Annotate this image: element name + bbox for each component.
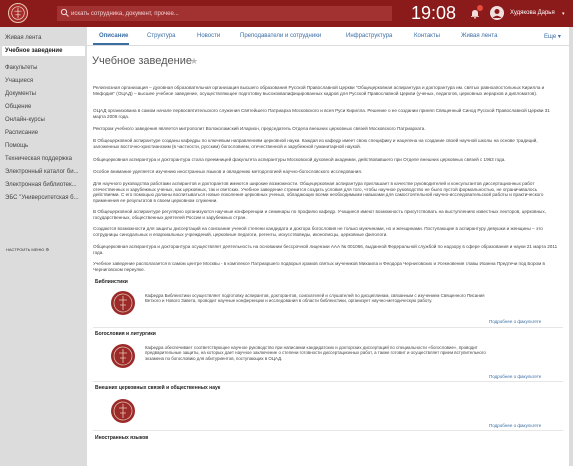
search-input[interactable]	[57, 6, 392, 21]
tab-feed[interactable]: Живая лента	[461, 33, 497, 39]
tab-staff[interactable]: Преподаватели и сотрудники	[240, 33, 321, 39]
tab-contacts[interactable]: Контакты	[414, 33, 440, 39]
paragraph: Для научного руководства работами аспира…	[93, 181, 544, 203]
sidebar-item-tech-support[interactable]: Техническая поддержка	[5, 156, 72, 162]
faculty-details-link[interactable]: Подробнее о факультете	[489, 319, 541, 324]
sidebar: Живая лента Учебное заведение Факультеты…	[0, 27, 87, 466]
section-divider	[93, 327, 563, 328]
faculty-details-link[interactable]: Подробнее о факультете	[489, 423, 541, 428]
tab-structure[interactable]: Структура	[147, 33, 175, 39]
section-description: Кафедра обеспечивает соответствующее нау…	[145, 345, 486, 361]
tab-news[interactable]: Новости	[197, 33, 220, 39]
sidebar-item-faculties[interactable]: Факультеты	[5, 65, 38, 71]
sidebar-item-help[interactable]: Помощь	[5, 143, 28, 149]
paragraph: Общецерковная аспирантура и докторантура…	[93, 157, 506, 162]
main-panel: Описание Структура Новости Преподаватели…	[87, 27, 569, 466]
configure-menu-button[interactable]: НАСТРОИТЬ МЕНЮ ⚙	[6, 247, 49, 252]
section-divider	[93, 381, 563, 382]
sidebar-item-feed[interactable]: Живая лента	[5, 35, 41, 41]
star-icon[interactable]: ★	[190, 56, 198, 67]
search-box[interactable]	[57, 6, 392, 21]
sidebar-item-e-library[interactable]: Электронная библиотек...	[5, 182, 77, 188]
active-tab-indicator	[93, 43, 129, 45]
department-seal-icon	[111, 399, 135, 423]
top-bar: 19:08 Худякова Дарья ▾	[0, 0, 573, 27]
paragraph: Учебное заведение располагается в самом …	[93, 261, 545, 272]
sidebar-item-schedule[interactable]: Расписание	[5, 130, 38, 136]
faculty-details-link[interactable]: Подробнее о факультете	[489, 374, 541, 379]
sidebar-item-institution[interactable]: Учебное заведение	[2, 46, 85, 56]
user-icon	[492, 9, 502, 18]
tab-bar: Описание Структура Новости Преподаватели…	[87, 27, 569, 46]
logo-emblem-icon	[11, 6, 25, 20]
notification-badge	[477, 5, 483, 11]
sidebar-item-library-catalog[interactable]: Электронный каталог би...	[5, 169, 79, 175]
sidebar-item-online-courses[interactable]: Онлайн-курсы	[5, 117, 45, 123]
sidebar-item-documents[interactable]: Документы	[5, 91, 36, 97]
username[interactable]: Худякова Дарья	[510, 10, 555, 16]
section-title-bible: Библиистики	[95, 279, 128, 285]
page-title: Учебное заведение	[92, 55, 193, 67]
paragraph: Особое внимание уделяется изучению иност…	[93, 169, 363, 174]
department-seal-icon	[111, 291, 135, 315]
sidebar-item-ebs[interactable]: ЭБС "Университетская б...	[5, 195, 79, 201]
paragraph: Создаются возможности для защиты диссерт…	[93, 226, 543, 237]
paragraph: В Общецерковной аспирантуре регулярно ор…	[93, 209, 546, 220]
section-divider	[93, 430, 563, 431]
department-seal-icon	[111, 344, 135, 368]
avatar[interactable]	[490, 6, 504, 20]
paragraph: Ректором учебного заведения является мит…	[93, 126, 426, 131]
sidebar-item-communication[interactable]: Общение	[5, 104, 31, 110]
paragraph: В Общецерковной аспирантуре созданы кафе…	[93, 138, 538, 149]
section-title-languages: Иностранных языков	[95, 435, 149, 441]
chevron-down-icon[interactable]: ▾	[562, 11, 565, 17]
institution-logo[interactable]	[8, 3, 28, 23]
tab-infrastructure[interactable]: Инфраструктура	[346, 33, 392, 39]
tab-description[interactable]: Описание	[99, 33, 128, 39]
search-icon	[60, 8, 69, 17]
paragraph: ОЦАД организована в самом начале первосв…	[93, 108, 550, 119]
clock: 19:08	[411, 3, 457, 23]
tab-more[interactable]: Еще ▾	[544, 33, 561, 40]
section-description: Кафедра Библеистики осуществляет подгото…	[145, 293, 485, 304]
section-title-external-relations: Внешних церковных связей и общественных …	[95, 385, 221, 391]
paragraph: Общецерковная аспирантура и докторантура…	[93, 244, 558, 255]
section-title-theology: Богословия и литургики	[95, 331, 156, 337]
sidebar-item-students[interactable]: Учащиеся	[5, 78, 33, 84]
paragraph: Религиозная организация – духовная образ…	[93, 85, 545, 96]
